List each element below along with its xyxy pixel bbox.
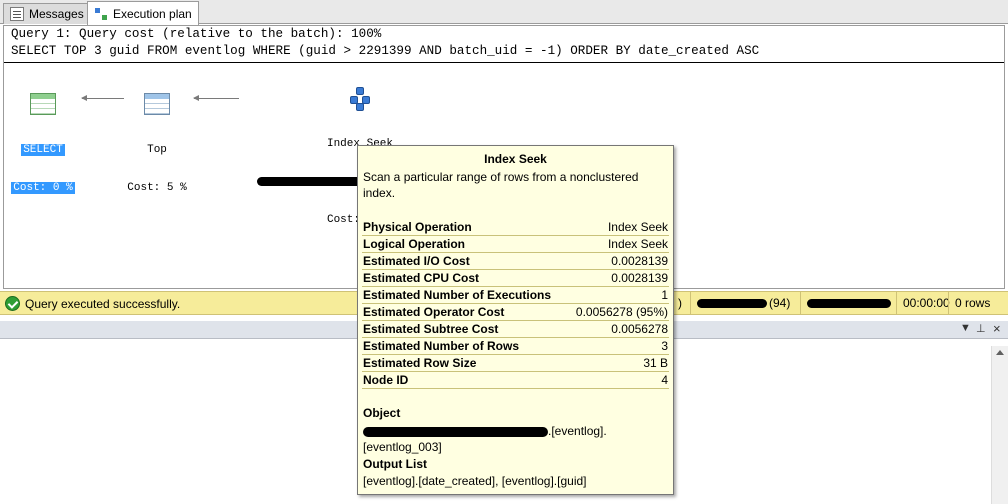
tooltip-row-key: Estimated Operator Cost	[363, 305, 505, 319]
tooltip-properties: Physical Operation Index Seek Logical Ope…	[362, 219, 669, 389]
tooltip-row-value: Index Seek	[607, 237, 668, 251]
tooltip-row-key: Estimated Number of Rows	[363, 339, 520, 353]
tooltip-row-key: Estimated Subtree Cost	[363, 322, 499, 336]
top-node-cost: Cost: 5 %	[127, 182, 187, 194]
plan-arrow-seek-to-top	[193, 95, 239, 101]
header-divider	[4, 62, 1004, 63]
tooltip-row-value: 0.0028139	[611, 254, 668, 268]
select-operator-icon	[30, 93, 56, 115]
tooltip-row-value: 3	[661, 339, 668, 353]
query-cost-line: Query 1: Query cost (relative to the bat…	[11, 27, 382, 41]
redaction-mark	[807, 298, 891, 308]
results-tabstrip: Messages Execution plan	[0, 0, 1008, 25]
tooltip-row-value: Index Seek	[607, 220, 668, 234]
tooltip-row-key: Estimated I/O Cost	[363, 254, 470, 268]
status-user-spid: (94)	[769, 296, 791, 310]
tooltip-row-value: 0.0056278 (95%)	[575, 305, 668, 319]
tooltip-row: Logical Operation Index Seek	[362, 236, 669, 253]
tooltip-object-line1: .[eventlog].	[363, 423, 663, 440]
plan-node-select[interactable]: SELECT Cost: 0 %	[7, 69, 79, 219]
tooltip-row: Node ID 4	[362, 372, 669, 389]
tooltip-row: Estimated Subtree Cost 0.0056278	[362, 321, 669, 338]
tooltip-row: Estimated CPU Cost 0.0028139	[362, 270, 669, 287]
lower-panel-scrollbar[interactable]	[991, 346, 1008, 504]
tooltip-row-value: 4	[661, 373, 668, 387]
tooltip-row-value: 0.0028139	[611, 271, 668, 285]
tooltip-output-label: Output List	[363, 457, 427, 471]
tooltip-row: Estimated Operator Cost 0.0056278 (95%)	[362, 304, 669, 321]
plan-node-top[interactable]: Top Cost: 5 %	[122, 69, 192, 219]
tab-execution-plan[interactable]: Execution plan	[87, 1, 199, 25]
tab-messages[interactable]: Messages	[3, 3, 91, 24]
tooltip-row: Estimated Number of Executions 1	[362, 287, 669, 304]
messages-icon	[10, 7, 24, 21]
tab-messages-label: Messages	[29, 7, 84, 21]
tooltip-row-value: 31 B	[643, 356, 668, 370]
auto-hide-pin-icon[interactable]: ⊥	[976, 322, 986, 335]
tooltip-output-value: [eventlog].[date_created], [eventlog].[g…	[363, 474, 587, 488]
status-message: Query executed successfully.	[25, 297, 181, 311]
tooltip-row-key: Estimated Row Size	[363, 356, 477, 370]
tooltip-title: Index Seek	[484, 152, 547, 166]
success-check-icon	[5, 296, 20, 311]
status-server-cell: )	[678, 296, 682, 310]
tooltip-description: Scan a particular range of rows from a n…	[363, 170, 639, 200]
tooltip-row-key: Node ID	[363, 373, 409, 387]
redaction-mark	[697, 298, 767, 308]
tooltip-row-value: 0.0056278	[611, 322, 668, 336]
tooltip-object-line2: [eventlog_003]	[363, 440, 442, 454]
tooltip-row-key: Physical Operation	[363, 220, 472, 234]
status-elapsed-time: 00:00:00	[896, 292, 950, 314]
tooltip-row-key: Estimated CPU Cost	[363, 271, 480, 285]
tooltip-row: Estimated Row Size 31 B	[362, 355, 669, 372]
execution-plan-icon	[94, 7, 108, 21]
scroll-up-icon[interactable]	[996, 350, 1004, 355]
tooltip-row-key: Estimated Number of Executions	[363, 288, 552, 302]
tooltip-row-key: Logical Operation	[363, 237, 466, 251]
tooltip-row: Estimated Number of Rows 3	[362, 338, 669, 355]
window-position-dropdown-icon[interactable]: ▼	[960, 322, 971, 334]
top-node-name: Top	[147, 144, 167, 156]
plan-arrow-top-to-select	[81, 95, 124, 101]
status-database-cell	[800, 292, 896, 314]
select-node-cost: Cost: 0 %	[11, 182, 75, 194]
top-operator-icon	[144, 93, 170, 115]
tab-execution-plan-label: Execution plan	[113, 6, 192, 21]
redaction-mark	[363, 426, 548, 437]
operator-tooltip: Index Seek Scan a particular range of ro…	[357, 145, 674, 495]
tooltip-row: Physical Operation Index Seek	[362, 219, 669, 236]
status-row-count: 0 rows	[948, 292, 1008, 314]
query-text-line: SELECT TOP 3 guid FROM eventlog WHERE (g…	[11, 44, 760, 58]
index-seek-icon	[348, 87, 372, 111]
tooltip-object-suffix: .[eventlog].	[548, 424, 607, 438]
tooltip-row: Estimated I/O Cost 0.0028139	[362, 253, 669, 270]
select-node-name: SELECT	[21, 144, 65, 156]
status-user-cell: (94)	[690, 292, 800, 314]
tooltip-row-value: 1	[661, 288, 668, 302]
close-panel-icon[interactable]: ×	[993, 321, 1001, 336]
tooltip-object-label: Object	[363, 406, 401, 420]
